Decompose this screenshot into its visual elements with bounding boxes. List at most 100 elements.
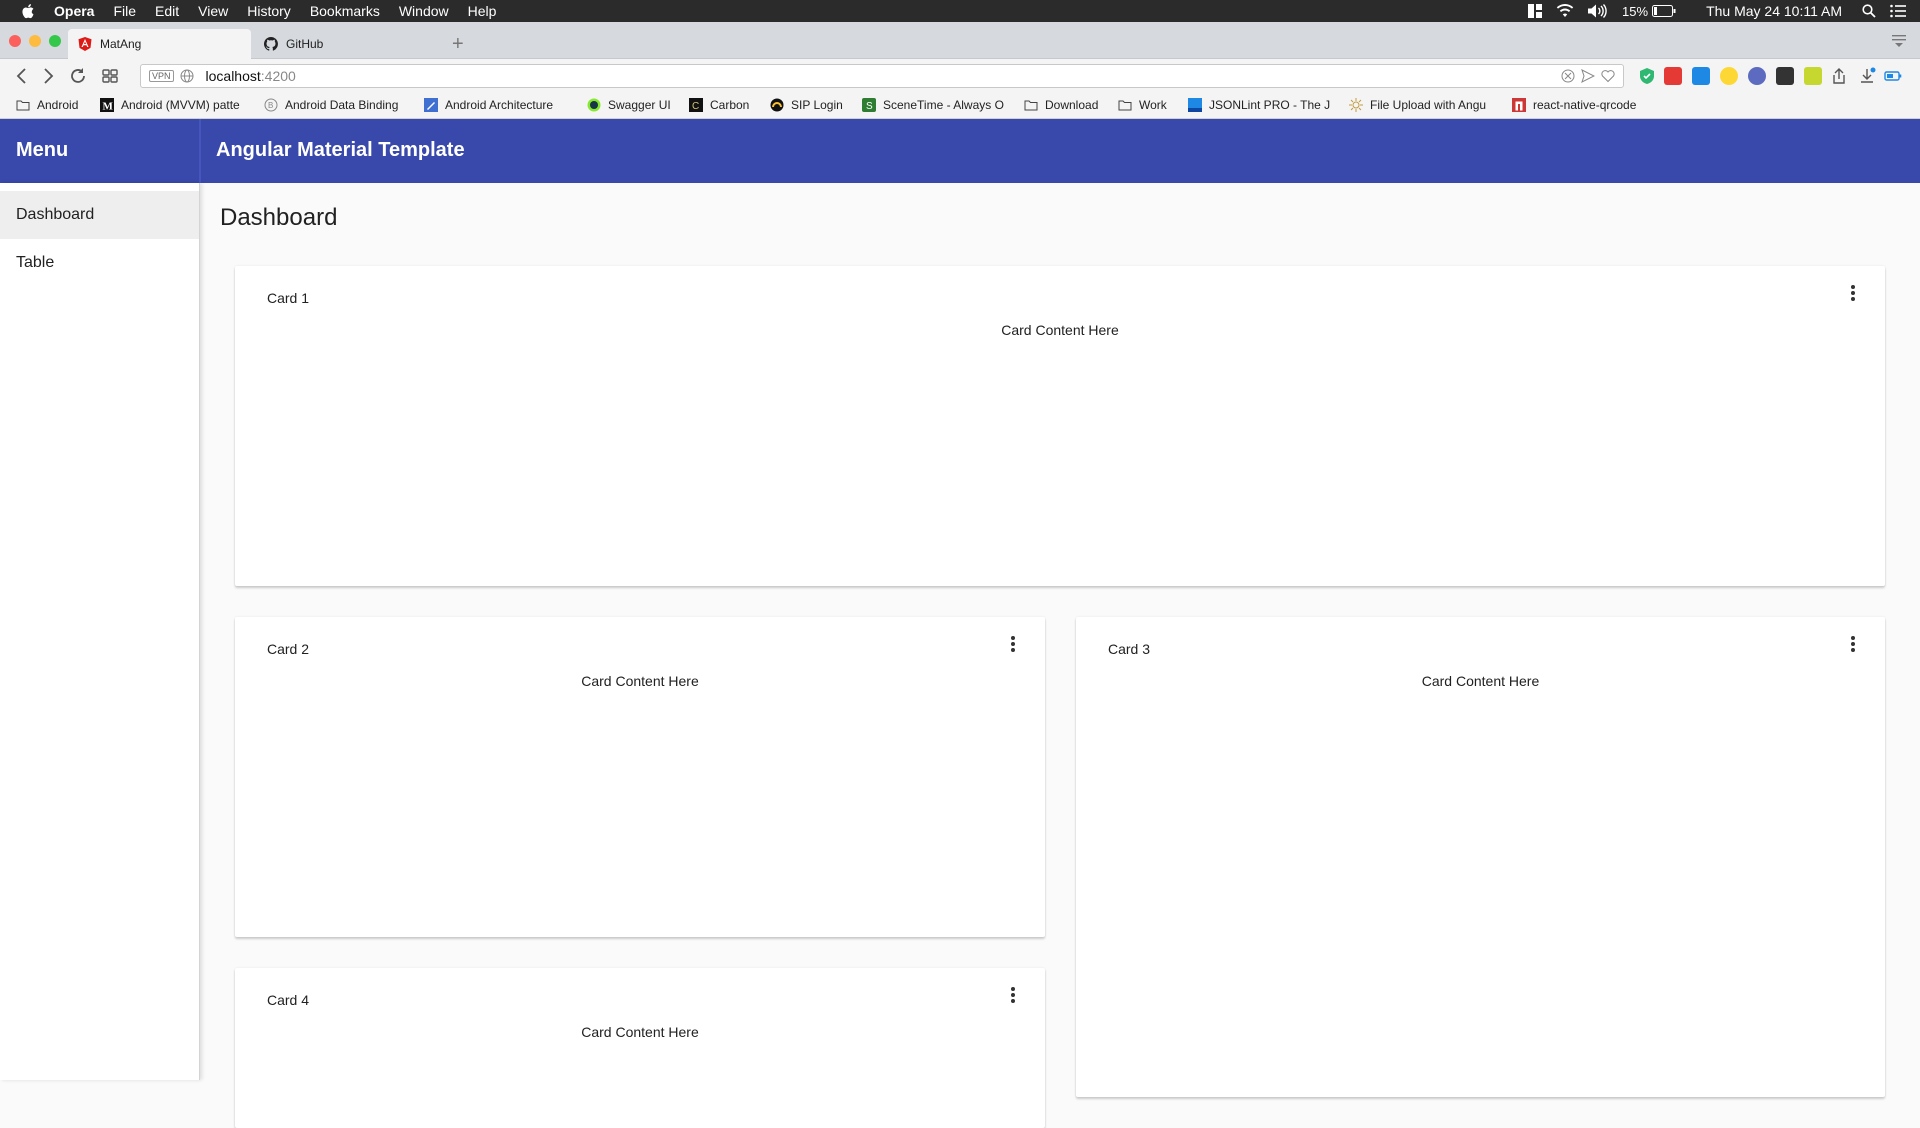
battery-saver-icon[interactable] bbox=[1884, 67, 1902, 85]
carbon-icon: C bbox=[689, 98, 703, 112]
bookmark-android-architecture[interactable]: Android Architecture bbox=[424, 98, 553, 112]
yl-extension-icon[interactable] bbox=[1804, 67, 1822, 85]
generic-icon: B bbox=[264, 98, 278, 112]
bookmark-sip-login[interactable]: SIP Login bbox=[770, 98, 843, 112]
sidenav-item-table[interactable]: Table bbox=[0, 239, 199, 287]
bookmark-android-data-binding[interactable]: B Android Data Binding bbox=[264, 98, 398, 112]
close-window-button[interactable] bbox=[9, 35, 21, 47]
minimize-window-button[interactable] bbox=[29, 35, 41, 47]
card-title: Card 1 bbox=[267, 290, 310, 306]
forward-icon[interactable] bbox=[38, 66, 58, 86]
menu-help[interactable]: Help bbox=[468, 3, 497, 19]
battery-icon[interactable] bbox=[1652, 5, 1676, 17]
heart-icon[interactable] bbox=[1601, 69, 1615, 83]
svg-text:C: C bbox=[692, 101, 699, 112]
maximize-window-button[interactable] bbox=[49, 35, 61, 47]
bookmark-label: Carbon bbox=[710, 98, 750, 112]
angular-icon bbox=[78, 37, 92, 51]
apple-icon[interactable] bbox=[20, 3, 38, 19]
more-vert-icon bbox=[1011, 636, 1015, 652]
bookmark-scenetime[interactable]: S SceneTime - Always O bbox=[862, 98, 1004, 112]
bookmark-swagger-ui[interactable]: Swagger UI bbox=[587, 98, 671, 112]
app-toolbar: Menu Angular Material Template bbox=[0, 119, 1920, 183]
tab-matang[interactable]: MatAng bbox=[68, 29, 251, 59]
share-icon[interactable] bbox=[1830, 67, 1848, 85]
bookmark-label: SceneTime - Always O bbox=[883, 98, 1004, 112]
bookmark-label: File Upload with Angu bbox=[1370, 98, 1487, 112]
app-title: Angular Material Template bbox=[216, 139, 465, 161]
sidenav-item-dashboard[interactable]: Dashboard bbox=[0, 191, 199, 239]
card-more-button[interactable] bbox=[1001, 632, 1025, 656]
bookmark-android-mvvm[interactable]: M Android (MVVM) patte bbox=[100, 98, 240, 112]
url-host: localhost bbox=[205, 68, 261, 84]
sidenav-item-label: Table bbox=[16, 254, 55, 271]
tab-menu-icon[interactable] bbox=[1892, 35, 1906, 47]
menu-window[interactable]: Window bbox=[399, 3, 449, 19]
bookmark-label: Android (MVVM) patte bbox=[121, 98, 240, 112]
card-content: Card Content Here bbox=[581, 1024, 699, 1040]
card-content: Card Content Here bbox=[1421, 673, 1540, 689]
bookmark-label: Swagger UI bbox=[608, 98, 671, 112]
hex-extension-icon[interactable] bbox=[1748, 67, 1766, 85]
new-tab-button[interactable]: + bbox=[452, 33, 464, 56]
bookmark-jsonlint[interactable]: JSONLint PRO - The J bbox=[1188, 98, 1330, 112]
download-icon[interactable] bbox=[1858, 67, 1876, 85]
menu-app-opera[interactable]: Opera bbox=[54, 3, 94, 19]
card-title: Card 4 bbox=[267, 992, 310, 1008]
dashboard-card-4: Card 4 Card Content Here bbox=[235, 968, 1045, 1128]
battery-percent: 15% bbox=[1622, 3, 1649, 19]
sip-icon bbox=[770, 98, 784, 112]
vpn-badge[interactable]: VPN bbox=[149, 70, 174, 82]
tab-github[interactable]: GitHub bbox=[254, 29, 437, 59]
svg-text:S: S bbox=[866, 101, 873, 112]
window-layout-icon[interactable] bbox=[1528, 4, 1543, 18]
back-icon[interactable] bbox=[12, 66, 32, 86]
swagger-icon bbox=[587, 98, 601, 112]
s-extension-icon[interactable] bbox=[1692, 67, 1710, 85]
medium-icon: M bbox=[100, 98, 114, 112]
browser-tab-strip: MatAng GitHub + bbox=[0, 22, 1920, 59]
reload-icon[interactable] bbox=[68, 66, 88, 86]
menu-bookmarks[interactable]: Bookmarks bbox=[310, 3, 380, 19]
address-toolbar: VPN localhost:4200 bbox=[0, 59, 1920, 93]
lastpass-extension-icon[interactable] bbox=[1664, 67, 1682, 85]
card-title: Card 2 bbox=[267, 641, 310, 657]
card-more-button[interactable] bbox=[1841, 281, 1865, 305]
card-content: Card Content Here bbox=[1001, 322, 1119, 338]
menu-history[interactable]: History bbox=[247, 3, 291, 19]
bookmark-carbon[interactable]: C Carbon bbox=[689, 98, 749, 112]
ghostery-extension-icon[interactable] bbox=[1776, 67, 1794, 85]
npm-icon bbox=[1512, 98, 1526, 112]
bookmark-work[interactable]: Work bbox=[1118, 98, 1167, 112]
bookmark-android[interactable]: Android bbox=[16, 98, 78, 112]
menu-edit[interactable]: Edit bbox=[155, 3, 179, 19]
bookmark-download[interactable]: Download bbox=[1024, 98, 1098, 112]
card-more-button[interactable] bbox=[1001, 983, 1025, 1007]
bookmark-react-native-qrcode[interactable]: react-native-qrcode bbox=[1512, 98, 1636, 112]
block-ads-icon[interactable] bbox=[1561, 69, 1575, 83]
chrome-extension-icon[interactable] bbox=[1720, 67, 1738, 85]
card-more-button[interactable] bbox=[1841, 632, 1865, 656]
bookmarks-bar: Android M Android (MVVM) patte B Android… bbox=[0, 93, 1920, 119]
speed-dial-icon[interactable] bbox=[100, 66, 120, 86]
svg-text:B: B bbox=[268, 101, 273, 110]
bookmark-label: react-native-qrcode bbox=[1533, 98, 1637, 112]
address-field[interactable]: VPN localhost:4200 bbox=[140, 64, 1624, 88]
folder-icon bbox=[16, 100, 30, 111]
menu-file[interactable]: File bbox=[113, 3, 136, 19]
notification-center-icon[interactable] bbox=[1890, 4, 1906, 18]
url-port: :4200 bbox=[260, 68, 296, 84]
menu-view[interactable]: View bbox=[198, 3, 228, 19]
send-icon[interactable] bbox=[1581, 69, 1595, 83]
more-vert-icon bbox=[1851, 636, 1855, 652]
bookmark-label: Android Architecture bbox=[445, 98, 554, 112]
bookmark-file-upload[interactable]: File Upload with Angu bbox=[1349, 98, 1486, 112]
spotlight-search-icon[interactable] bbox=[1862, 4, 1876, 18]
tab-title: MatAng bbox=[100, 37, 142, 51]
more-vert-icon bbox=[1851, 285, 1855, 301]
wifi-icon[interactable] bbox=[1556, 4, 1574, 18]
volume-icon[interactable] bbox=[1588, 4, 1608, 18]
sidenav-title: Menu bbox=[16, 139, 69, 161]
clock[interactable]: Thu May 24 10:11 AM bbox=[1706, 3, 1842, 19]
shield-extension-icon[interactable] bbox=[1638, 67, 1656, 85]
